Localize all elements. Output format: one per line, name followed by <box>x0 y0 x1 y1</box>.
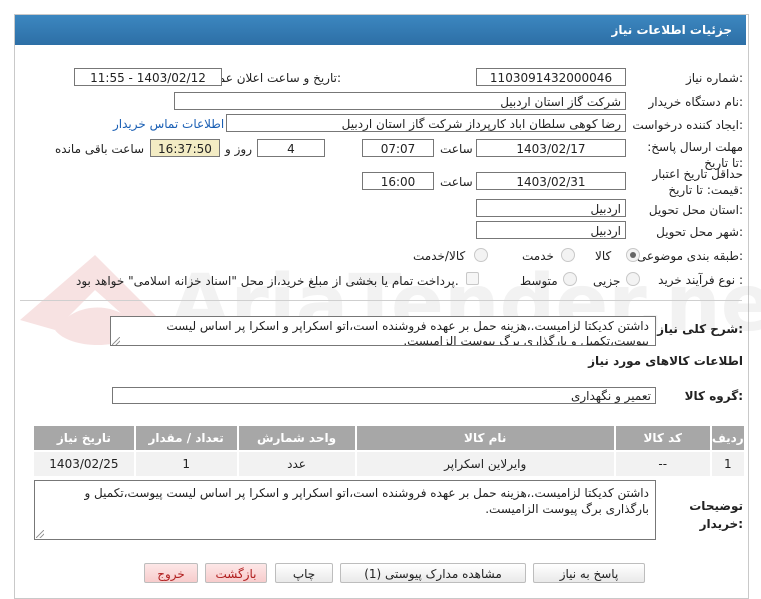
treasury-checkbox[interactable] <box>466 272 479 285</box>
table-row: 1 -- وایرلاین اسکراپر عدد 1 1403/02/25 <box>32 450 747 478</box>
need-number-field: 1103091432000046 <box>476 68 626 86</box>
col-date-header: تاریخ نیاز <box>32 424 136 452</box>
city-field: اردبیل <box>476 221 626 239</box>
back-button[interactable]: بازگشت <box>205 563 267 583</box>
category-goods-service-label: کالا/خدمت <box>413 249 466 263</box>
cell-date: 1403/02/25 <box>32 450 136 478</box>
city-label: شهر محل تحویل: <box>656 225 743 239</box>
table-header-row: ردیف کد کالا نام کالا واحد شمارش تعداد /… <box>32 424 747 452</box>
col-qty-header: تعداد / مقدار <box>133 424 239 452</box>
view-attachments-button[interactable]: مشاهده مدارک پیوستی (1) <box>340 563 526 583</box>
deadline-time-label: ساعت <box>440 142 473 156</box>
print-button[interactable]: چاپ <box>275 563 333 583</box>
province-label: استان محل تحویل: <box>648 203 743 217</box>
process-label: نوع فرآیند خرید : <box>658 273 743 287</box>
goods-group-field: تعمیر و نگهداری <box>112 387 656 404</box>
category-goods-label: کالا <box>595 249 612 263</box>
process-radio-medium[interactable] <box>563 272 577 286</box>
summary-textarea[interactable]: داشتن کدیکتا لزامیست.،هزینه حمل بر عهده … <box>110 316 656 346</box>
reply-button[interactable]: پاسخ به نیاز <box>533 563 645 583</box>
need-number-label: شماره نیاز: <box>685 71 743 85</box>
treasury-checkbox-label: پرداخت تمام یا بخشی از مبلغ خرید،از محل … <box>76 274 459 288</box>
process-radio-minor[interactable] <box>626 272 640 286</box>
announce-field: 1403/02/12 - 11:55 <box>74 68 222 86</box>
creator-field: رضا کوهی سلطان اباد کارپرداز شرکت گاز اس… <box>226 114 626 132</box>
cell-qty: 1 <box>133 450 239 478</box>
page-title: جزئیات اطلاعات نیاز <box>611 23 732 37</box>
time-remaining-field: 16:37:50 <box>150 139 220 157</box>
validity-time-field: 16:00 <box>362 172 434 190</box>
goods-table: ردیف کد کالا نام کالا واحد شمارش تعداد /… <box>32 424 747 478</box>
cell-code: -- <box>613 450 712 478</box>
category-radio-goods[interactable] <box>626 248 640 262</box>
buyer-label: نام دستگاه خریدار: <box>648 95 744 109</box>
panel-header: جزئیات اطلاعات نیاز <box>15 15 746 45</box>
goods-group-label: گروه کالا: <box>684 389 743 403</box>
validity-label: حداقل تاریخ اعتبار قیمت: تا تاریخ: <box>652 167 743 197</box>
resize-grip-icon[interactable] <box>112 337 120 345</box>
category-radio-service[interactable] <box>561 248 575 262</box>
validity-date-field: 1403/02/31 <box>476 172 626 190</box>
resize-grip-icon[interactable] <box>36 530 44 538</box>
validity-time-label: ساعت <box>440 175 473 189</box>
process-minor-label: جزیی <box>593 274 621 288</box>
deadline-time-field: 07:07 <box>362 139 434 157</box>
process-medium-label: متوسط <box>520 274 558 288</box>
cell-name: وایرلاین اسکراپر <box>354 450 616 478</box>
days-remaining-field: 4 <box>257 139 325 157</box>
cell-row: 1 <box>709 450 747 478</box>
category-radio-goods-service[interactable] <box>474 248 488 262</box>
buyer-contact-link[interactable]: اطلاعات تماس خریدار <box>113 117 224 131</box>
days-label: روز و <box>225 142 252 156</box>
deadline-date-field: 1403/02/17 <box>476 139 626 157</box>
category-label: طبقه بندی موضوعی: <box>636 249 743 263</box>
creator-label: ایجاد کننده درخواست: <box>632 118 743 132</box>
category-service-label: خدمت <box>522 249 554 263</box>
buyer-field: شرکت گاز استان اردبیل <box>174 92 626 110</box>
divider <box>20 300 742 301</box>
col-unit-header: واحد شمارش <box>236 424 357 452</box>
col-row-header: ردیف <box>709 424 747 452</box>
exit-button[interactable]: خروج <box>144 563 198 583</box>
time-remaining-label: ساعت باقی مانده <box>55 142 145 156</box>
goods-section-title: اطلاعات کالاهای مورد نیاز <box>588 354 743 368</box>
col-code-header: کد کالا <box>613 424 712 452</box>
province-field: اردبیل <box>476 199 626 217</box>
cell-unit: عدد <box>236 450 357 478</box>
col-name-header: نام کالا <box>354 424 616 452</box>
buyer-notes-textarea[interactable]: داشتن کدیکتا لزامیست.،هزینه حمل بر عهده … <box>34 480 656 540</box>
buyer-notes-label: توضیحات خریدار: <box>689 499 743 531</box>
summary-label: شرح کلی نیاز: <box>657 322 743 336</box>
